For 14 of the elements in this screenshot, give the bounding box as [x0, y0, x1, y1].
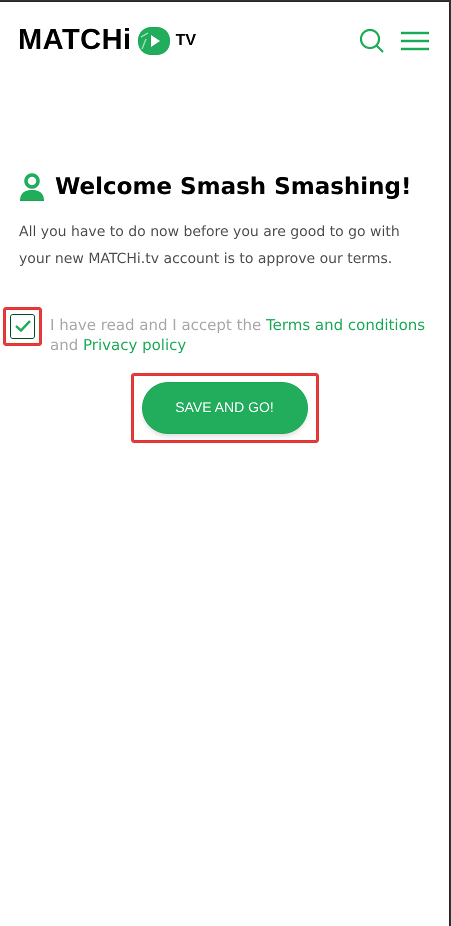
check-icon	[14, 320, 30, 332]
terms-statement: I have read and I accept the Terms and conditions and Privacy policy	[50, 314, 426, 354]
welcome-title: Welcome Smash Smashing!	[55, 173, 412, 202]
welcome-message: All you have to do now before you are good to go with your new MATCHi.tv account is to approve our terms.	[19, 222, 401, 268]
terms-checkbox[interactable]	[10, 314, 35, 338]
logo-suffix: TV	[176, 32, 196, 48]
search-icon[interactable]	[359, 28, 385, 54]
privacy-link[interactable]: Privacy policy	[83, 336, 186, 354]
play-logo-icon	[138, 26, 170, 54]
user-icon	[19, 173, 45, 202]
save-button[interactable]: SAVE AND GO!	[142, 382, 308, 434]
menu-icon[interactable]	[401, 30, 429, 50]
terms-link[interactable]: Terms and conditions	[266, 316, 426, 334]
logo-wordmark: MATCHi	[18, 26, 132, 55]
